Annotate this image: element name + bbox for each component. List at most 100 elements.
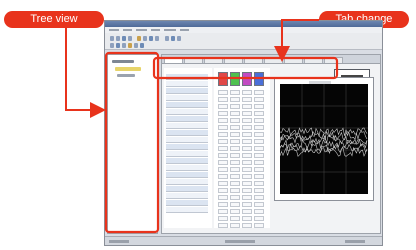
channel-cell[interactable] xyxy=(218,104,228,109)
parameter-row[interactable] xyxy=(166,81,208,87)
tree-view-pane[interactable] xyxy=(107,54,158,234)
tab[interactable] xyxy=(244,57,263,63)
channel-cell[interactable] xyxy=(254,216,264,221)
channel-cell[interactable] xyxy=(218,223,228,228)
parameter-row[interactable] xyxy=(166,130,208,136)
toolbar-button[interactable] xyxy=(122,36,126,41)
menu-item[interactable] xyxy=(123,29,132,31)
parameter-row[interactable] xyxy=(166,200,208,206)
tree-node-selected[interactable] xyxy=(115,67,141,71)
channel-cell[interactable] xyxy=(254,111,264,116)
toolbar-button[interactable] xyxy=(171,36,175,41)
channel-cell[interactable] xyxy=(242,202,252,207)
channel-cell[interactable] xyxy=(230,209,240,214)
channel-cell[interactable] xyxy=(230,216,240,221)
channel-cell[interactable] xyxy=(242,111,252,116)
channel-header[interactable] xyxy=(254,72,264,86)
tree-node-root[interactable] xyxy=(112,60,134,63)
channel-cell[interactable] xyxy=(230,223,240,228)
channel-cell[interactable] xyxy=(254,209,264,214)
channel-cell[interactable] xyxy=(254,90,264,95)
parameter-row[interactable] xyxy=(166,207,208,213)
channel-cell[interactable] xyxy=(230,139,240,144)
channel-cell[interactable] xyxy=(254,223,264,228)
parameter-row[interactable] xyxy=(166,109,208,115)
toolbar-button[interactable] xyxy=(177,36,181,41)
channel-cell[interactable] xyxy=(242,188,252,193)
channel-cell[interactable] xyxy=(218,202,228,207)
toolbar-button[interactable] xyxy=(128,36,132,41)
channel-cell[interactable] xyxy=(230,97,240,102)
channel-cell[interactable] xyxy=(254,104,264,109)
parameter-row[interactable] xyxy=(166,74,208,80)
parameter-row[interactable] xyxy=(166,95,208,101)
channel-cell[interactable] xyxy=(218,188,228,193)
toolbar-button[interactable] xyxy=(116,36,120,41)
channel-cell[interactable] xyxy=(254,132,264,137)
toolbar-button[interactable] xyxy=(143,36,147,41)
channel-cell[interactable] xyxy=(218,139,228,144)
parameter-row[interactable] xyxy=(166,116,208,122)
channel-cell[interactable] xyxy=(230,125,240,130)
channel-cell[interactable] xyxy=(254,160,264,165)
menu-item[interactable] xyxy=(109,29,119,31)
channel-cell[interactable] xyxy=(218,174,228,179)
parameter-row[interactable] xyxy=(166,123,208,129)
channel-cell[interactable] xyxy=(230,104,240,109)
tab[interactable] xyxy=(164,57,183,63)
channel-header[interactable] xyxy=(218,72,228,86)
channel-cell[interactable] xyxy=(218,132,228,137)
tree-node-child[interactable] xyxy=(117,74,135,77)
parameter-row[interactable] xyxy=(166,186,208,192)
toolbar-button[interactable] xyxy=(165,36,169,41)
toolbar-button[interactable] xyxy=(116,43,120,48)
channel-cell[interactable] xyxy=(230,146,240,151)
channel-cell[interactable] xyxy=(230,202,240,207)
channel-cell[interactable] xyxy=(242,174,252,179)
channel-cell[interactable] xyxy=(230,188,240,193)
channel-cell[interactable] xyxy=(230,118,240,123)
channel-cell[interactable] xyxy=(242,195,252,200)
channel-cell[interactable] xyxy=(242,167,252,172)
channel-cell[interactable] xyxy=(254,202,264,207)
parameter-row[interactable] xyxy=(166,172,208,178)
channel-cell[interactable] xyxy=(218,146,228,151)
toolbar-button[interactable] xyxy=(149,36,153,41)
channel-cell[interactable] xyxy=(242,181,252,186)
channel-cell[interactable] xyxy=(230,174,240,179)
channel-cell[interactable] xyxy=(254,146,264,151)
channel-cell[interactable] xyxy=(242,209,252,214)
toolbar-button[interactable] xyxy=(137,36,141,41)
channel-cell[interactable] xyxy=(218,97,228,102)
channel-cell[interactable] xyxy=(242,216,252,221)
channel-header[interactable] xyxy=(242,72,252,86)
toolbar-button[interactable] xyxy=(128,43,132,48)
channel-cell[interactable] xyxy=(242,153,252,158)
channel-cell[interactable] xyxy=(242,118,252,123)
channel-cell[interactable] xyxy=(242,90,252,95)
channel-cell[interactable] xyxy=(230,181,240,186)
channel-cell[interactable] xyxy=(218,209,228,214)
toolbar-button[interactable] xyxy=(122,43,126,48)
tab[interactable] xyxy=(224,57,243,63)
channel-cell[interactable] xyxy=(218,167,228,172)
menu-item[interactable] xyxy=(136,29,147,31)
parameter-row[interactable] xyxy=(166,144,208,150)
channel-cell[interactable] xyxy=(218,111,228,116)
tab[interactable] xyxy=(304,57,323,63)
channel-cell[interactable] xyxy=(218,181,228,186)
channel-cell[interactable] xyxy=(230,167,240,172)
channel-cell[interactable] xyxy=(242,139,252,144)
channel-cell[interactable] xyxy=(254,125,264,130)
channel-cell[interactable] xyxy=(242,132,252,137)
channel-cell[interactable] xyxy=(230,195,240,200)
toolbar-button[interactable] xyxy=(110,43,114,48)
channel-cell[interactable] xyxy=(254,139,264,144)
parameter-row[interactable] xyxy=(166,137,208,143)
tab[interactable] xyxy=(284,57,303,63)
channel-cell[interactable] xyxy=(230,90,240,95)
tab[interactable] xyxy=(184,57,203,63)
channel-cell[interactable] xyxy=(218,118,228,123)
channel-cell[interactable] xyxy=(254,97,264,102)
parameter-row[interactable] xyxy=(166,193,208,199)
